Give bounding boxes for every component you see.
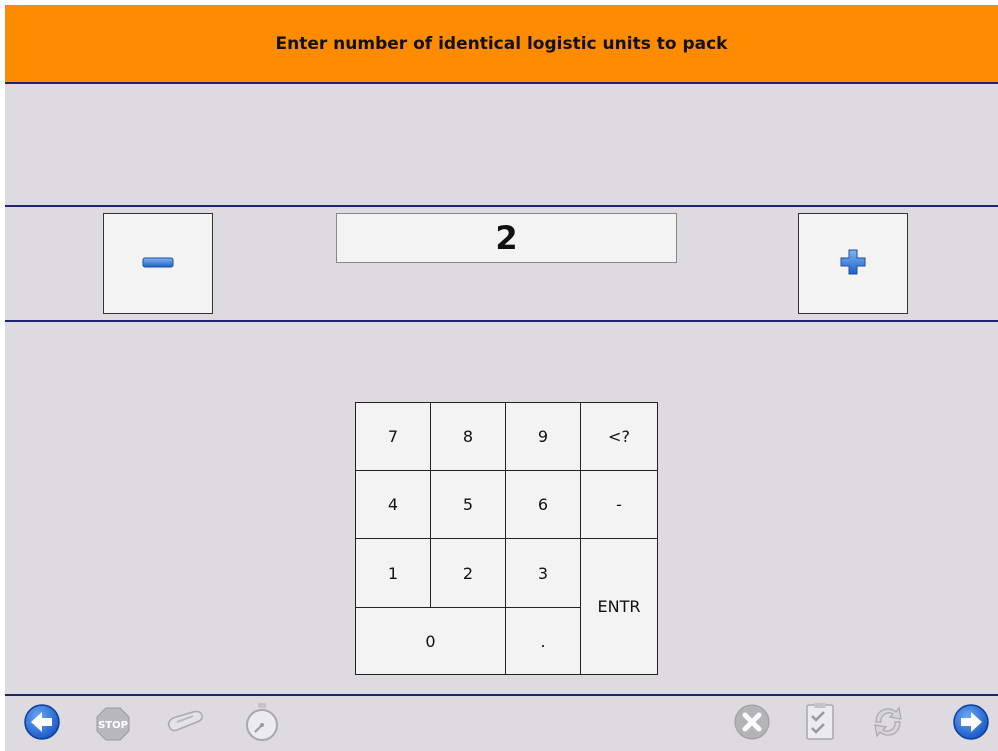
minus-icon xyxy=(142,254,174,273)
quantity-display[interactable]: 2 xyxy=(336,213,677,263)
key-backspace[interactable]: <? xyxy=(580,402,658,471)
key-3[interactable]: 3 xyxy=(505,538,581,608)
key-enter[interactable]: ENTR xyxy=(580,538,658,675)
back-button[interactable] xyxy=(22,704,62,744)
increment-button[interactable] xyxy=(798,213,908,314)
page-title: Enter number of identical logistic units… xyxy=(5,5,998,84)
plus-icon xyxy=(838,247,868,281)
divider-top xyxy=(5,205,998,207)
key-6[interactable]: 6 xyxy=(505,470,581,539)
scanner-icon xyxy=(165,708,205,740)
stop-label: STOP xyxy=(98,720,128,731)
key-4[interactable]: 4 xyxy=(355,470,431,539)
key-2[interactable]: 2 xyxy=(430,538,506,608)
next-button[interactable] xyxy=(951,704,991,744)
divider-bottom xyxy=(5,694,998,696)
checklist-icon xyxy=(804,702,836,746)
refresh-button[interactable] xyxy=(868,704,908,744)
stopwatch-icon xyxy=(244,702,280,746)
cancel-icon xyxy=(733,703,771,745)
key-5[interactable]: 5 xyxy=(430,470,506,539)
key-7[interactable]: 7 xyxy=(355,402,431,471)
cancel-button[interactable] xyxy=(732,704,772,744)
key-0[interactable]: 0 xyxy=(355,607,506,675)
divider-middle xyxy=(5,320,998,322)
key-9[interactable]: 9 xyxy=(505,402,581,471)
key-1[interactable]: 1 xyxy=(355,538,431,608)
decrement-button[interactable] xyxy=(103,213,213,314)
numeric-keypad: 7 8 9 <? 4 5 6 - 1 2 3 ENTR 0 . xyxy=(355,402,658,675)
arrow-right-icon xyxy=(952,703,990,745)
scanner-button[interactable] xyxy=(165,704,205,744)
checklist-button[interactable] xyxy=(800,702,840,746)
arrow-left-icon xyxy=(23,703,61,745)
stop-sign-icon: STOP xyxy=(96,707,130,741)
refresh-icon xyxy=(868,702,908,746)
key-minus[interactable]: - xyxy=(580,470,658,539)
quantity-value: 2 xyxy=(495,219,518,257)
timer-button[interactable] xyxy=(242,702,282,746)
stop-button[interactable]: STOP xyxy=(93,704,133,744)
page-title-text: Enter number of identical logistic units… xyxy=(275,33,728,54)
key-decimal[interactable]: . xyxy=(505,607,581,675)
key-8[interactable]: 8 xyxy=(430,402,506,471)
